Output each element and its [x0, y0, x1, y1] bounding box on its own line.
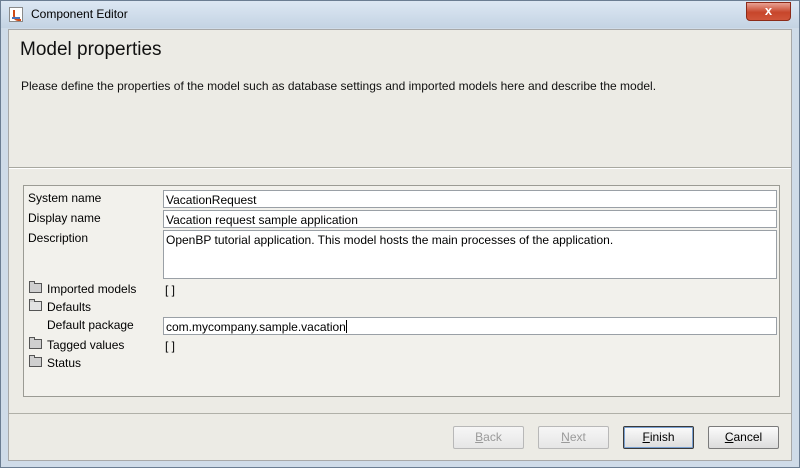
display-name-label: Display name — [28, 211, 101, 225]
java-app-icon — [9, 7, 23, 22]
back-mnemonic: B — [475, 430, 484, 444]
tagged-values-label: Tagged values — [47, 338, 125, 352]
back-button[interactable]: Back — [453, 426, 524, 449]
imported-models-value[interactable]: [ ] — [165, 283, 175, 297]
page-title: Model properties — [20, 39, 162, 60]
description-textarea[interactable]: OpenBP tutorial application. This model … — [163, 230, 777, 279]
header-separator-highlight — [9, 168, 791, 169]
imported-models-folder-icon[interactable] — [29, 281, 42, 293]
tagged-values-value[interactable]: [ ] — [165, 339, 175, 353]
description-label: Description — [28, 231, 89, 245]
cancel-button[interactable]: Cancel — [708, 426, 779, 449]
next-mnemonic: N — [561, 430, 570, 444]
system-name-field[interactable]: VacationRequest — [163, 190, 777, 208]
display-name-field[interactable]: Vacation request sample application — [163, 210, 777, 228]
status-label: Status — [47, 356, 82, 370]
title-bar[interactable]: Component Editor x — [1, 1, 799, 28]
property-panel: System name VacationRequest Display name… — [23, 185, 780, 397]
next-button[interactable]: Next — [538, 426, 609, 449]
window-title: Component Editor — [31, 7, 128, 21]
component-editor-window: Component Editor x Model properties Plea… — [0, 0, 800, 468]
default-package-label: Default package — [47, 318, 134, 332]
finish-mnemonic: F — [642, 430, 650, 444]
defaults-folder-open-icon[interactable] — [29, 299, 42, 311]
footer-separator — [9, 413, 791, 414]
status-folder-icon[interactable] — [29, 355, 42, 367]
back-label-rest: ack — [483, 430, 502, 444]
close-button[interactable]: x — [746, 2, 791, 21]
text-cursor — [345, 320, 347, 333]
next-label-rest: ext — [569, 430, 586, 444]
system-name-label: System name — [28, 191, 102, 205]
finish-label-rest: inish — [649, 430, 675, 444]
page-description: Please define the properties of the mode… — [21, 79, 657, 93]
cancel-label-rest: ancel — [733, 430, 763, 444]
tagged-values-folder-icon[interactable] — [29, 337, 42, 349]
default-package-field[interactable]: com.mycompany.sample.vacation — [163, 317, 777, 335]
imported-models-label: Imported models — [47, 282, 137, 296]
finish-button[interactable]: Finish — [623, 426, 694, 449]
defaults-label: Defaults — [47, 300, 92, 314]
dialog-content: Model properties Please define the prope… — [8, 29, 792, 461]
default-package-value: com.mycompany.sample.vacation — [166, 320, 346, 334]
